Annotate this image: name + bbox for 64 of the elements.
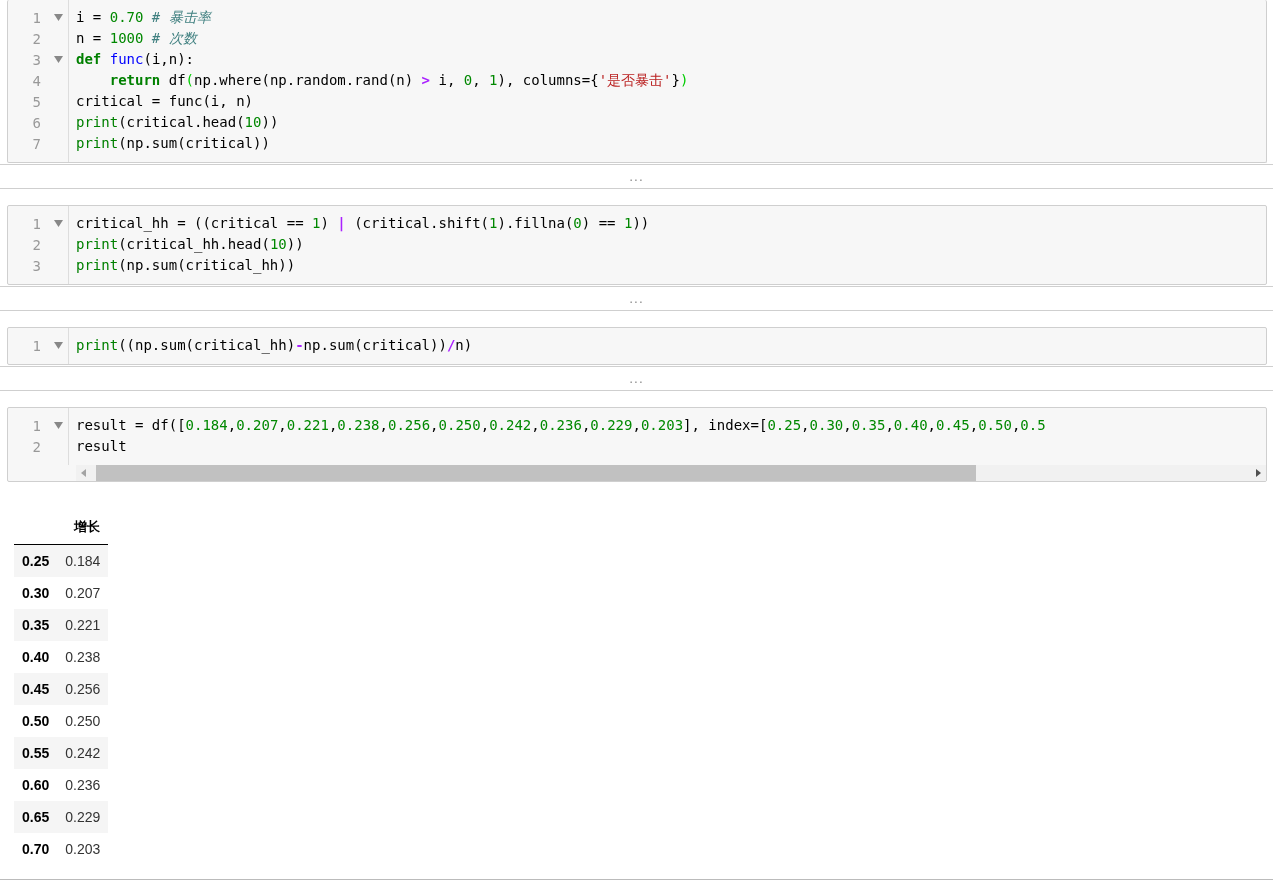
line-number: 2 (31, 236, 41, 253)
line-number: 3 (31, 257, 41, 274)
table-cell: 0.203 (57, 833, 109, 865)
line-number: 5 (31, 93, 41, 110)
index-cell: 0.55 (14, 737, 58, 769)
collapsed-output-ellipsis[interactable]: ... (629, 169, 644, 184)
line-number: 1 (31, 9, 41, 26)
line-number: 6 (31, 114, 41, 131)
code-line: result = df([0.184,0.207,0.221,0.238,0.256,0.250,0.242,0.236,0.229,0.203], index=[0.25,0.30,0.35,0.40,0.45,0.50,0.5 (76, 416, 1046, 435)
code-line: print(critical_hh.head(10)) (76, 235, 304, 255)
code-line: return df(np.where(np.random.rand(n) > i, 0, 1), columns={'是否暴击'}) (108, 71, 689, 90)
code-line: result (76, 437, 127, 456)
fold-arrow-icon[interactable] (54, 14, 63, 21)
code-line: critical = func(i, n) (76, 92, 253, 111)
table-cell: 0.238 (57, 641, 109, 673)
code-cell[interactable]: 1 print((np.sum(critical_hh)-np.sum(critical))/n) (7, 327, 1267, 365)
column-header: 增长 (57, 518, 109, 545)
index-cell: 0.35 (14, 609, 58, 641)
table-cell: 0.242 (57, 737, 109, 769)
collapsed-output-ellipsis[interactable]: ... (629, 371, 644, 386)
code-line: print(np.sum(critical_hh)) (76, 256, 296, 276)
index-cell: 0.45 (14, 673, 58, 705)
line-number: 2 (31, 438, 41, 455)
collapsed-output-bar[interactable]: ... (0, 286, 1273, 311)
collapsed-output-bar[interactable]: ... (0, 164, 1273, 189)
horizontal-scrollbar[interactable] (76, 465, 1266, 481)
table-cell: 0.229 (57, 801, 109, 833)
code-line: print(np.sum(critical)) (76, 134, 270, 153)
line-number: 7 (31, 135, 41, 152)
code-line: print(critical.head(10)) (76, 113, 279, 132)
collapsed-output-bar[interactable]: ... (0, 366, 1273, 391)
table-cell: 0.207 (57, 577, 109, 609)
index-cell: 0.65 (14, 801, 58, 833)
scrollbar-thumb[interactable] (96, 465, 977, 481)
collapsed-output-ellipsis[interactable]: ... (629, 291, 644, 306)
code-line: def func(i,n): (76, 50, 195, 69)
table-cell: 0.236 (57, 769, 109, 801)
table-cell: 0.184 (57, 544, 109, 577)
index-cell: 0.25 (14, 544, 58, 577)
fold-arrow-icon[interactable] (54, 422, 63, 429)
code-cell[interactable]: 1 2 3 critical_hh = ((critical == 1) | (critical.shift(1).fillna(0) == 1)) print(critical_hh.head(10)) print(np.sum(critical_hh)) (7, 205, 1267, 285)
line-number: 1 (31, 417, 41, 434)
code-line: critical_hh = ((critical == 1) | (critical.shift(1).fillna(0) == 1)) (76, 214, 650, 234)
line-number: 3 (31, 51, 41, 68)
table-cell: 0.221 (57, 609, 109, 641)
line-number: 2 (31, 30, 41, 47)
line-number: 4 (31, 72, 41, 89)
index-cell: 0.40 (14, 641, 58, 673)
fold-arrow-icon[interactable] (54, 56, 63, 63)
fold-arrow-icon[interactable] (54, 220, 63, 227)
index-cell: 0.60 (14, 769, 58, 801)
line-number: 1 (31, 215, 41, 232)
line-number: 1 (31, 337, 41, 354)
index-cell: 0.50 (14, 705, 58, 737)
table-cell: 0.250 (57, 705, 109, 737)
fold-arrow-icon[interactable] (54, 342, 63, 349)
table-cell: 0.256 (57, 673, 109, 705)
code-line: n = 1000 # 次数 (76, 29, 197, 48)
index-cell: 0.30 (14, 577, 58, 609)
code-line: i = 0.70 # 暴击率 (76, 8, 211, 27)
code-cell[interactable]: 1 2 3 4 5 6 7 i = 0.70 # 暴击率 n = 1000 # 次数 def func(i,n): return df(np.where(np.random.rand(n) > i, 0, 1), columns={'是否暴击'}) critical = func(i, n) print(critical.head(10)) print(np.sum(critical)) (7, 0, 1267, 163)
index-cell: 0.70 (14, 833, 58, 865)
code-cell[interactable]: 1 2 result = df([0.184,0.207,0.221,0.238,0.256,0.250,0.242,0.236,0.229,0.203], index=[0.25,0.30,0.35,0.40,0.45,0.50,0.5 result (7, 407, 1267, 482)
code-line: print((np.sum(critical_hh)-np.sum(critical))/n) (76, 336, 473, 356)
